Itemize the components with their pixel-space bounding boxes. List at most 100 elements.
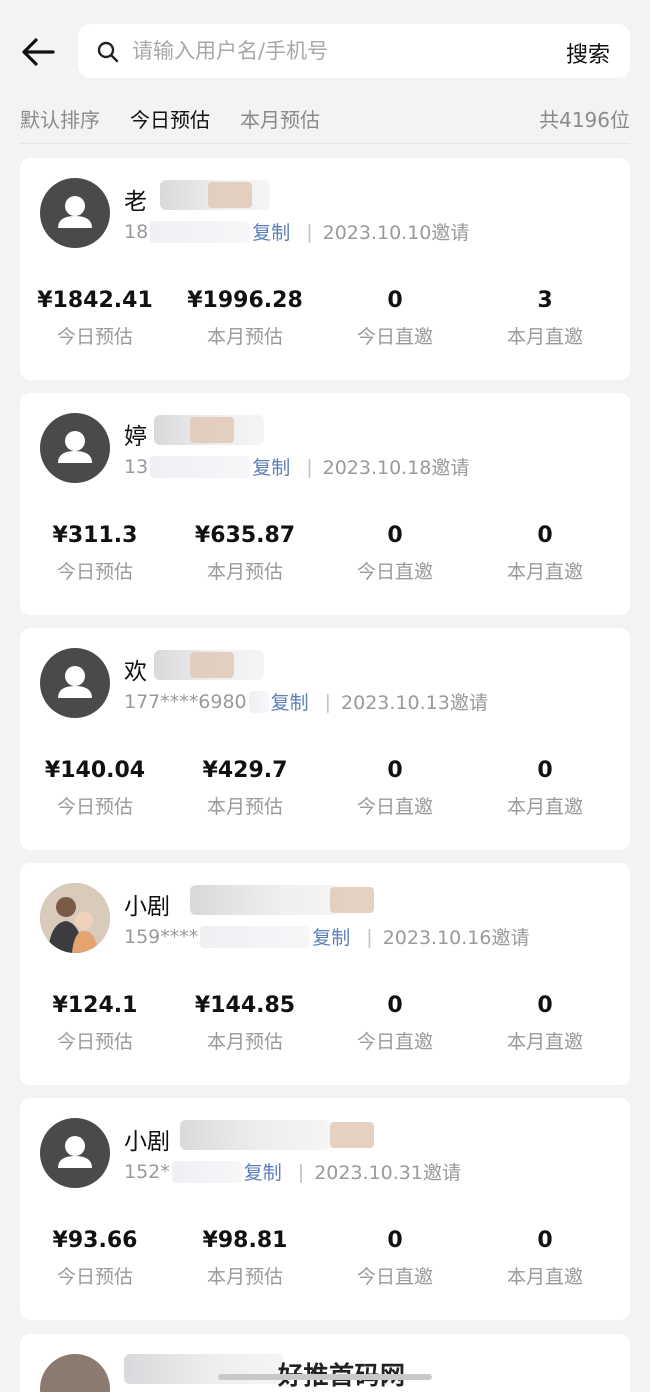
stat-label: 今日预估 [56,561,133,583]
stats-row: ¥124.1 今日预估 ¥144.85 本月预估 0 今日直邀 0 本月直邀 [20,989,630,1059]
user-meta: 159**** 复制 | 2023.10.16邀请 [124,923,529,950]
stat-label: 本月预估 [206,326,283,348]
stat-label: 本月直邀 [506,796,583,818]
stat-month-invites: 3 本月直邀 [470,284,620,354]
invite-date: 2023.10.16邀请 [382,927,530,949]
user-card[interactable]: 婷 13 复制 | 2023.10.18邀请 ¥311.3 今日预估 ¥635.8… [20,393,630,615]
stat-value: ¥1996.28 [187,288,303,313]
photo-avatar-icon [40,883,110,953]
stat-month-estimate: ¥98.81 本月预估 [170,1224,320,1294]
invite-date: 2023.10.18邀请 [322,457,470,479]
level-badge [330,887,374,913]
level-badge [330,1122,374,1148]
stat-month-estimate: ¥429.7 本月预估 [170,754,320,824]
user-name: 婷 [124,424,147,450]
invite-date: 2023.10.13邀请 [341,692,488,714]
back-button[interactable] [18,32,58,72]
default-avatar-icon [40,1118,110,1188]
level-badge [190,652,234,678]
stat-value: 0 [537,993,553,1018]
stats-row: ¥93.66 今日预估 ¥98.81 本月预估 0 今日直邀 0 本月直邀 [20,1224,630,1294]
copy-button[interactable]: 复制 [271,688,309,715]
user-card[interactable]: 小剧 152* 复制 | 2023.10.31邀请 ¥93.66 今日预估 ¥98… [20,1098,630,1320]
user-phone: 152* [124,1160,170,1183]
user-meta: 18 复制 | 2023.10.10邀请 [124,218,469,245]
user-phone: 18 [124,220,149,243]
stat-label: 今日预估 [56,796,133,818]
stat-today-estimate: ¥140.04 今日预估 [20,754,170,824]
stat-label: 本月直邀 [506,1031,583,1053]
user-meta: 13 复制 | 2023.10.18邀请 [124,453,469,480]
copy-button[interactable]: 复制 [252,453,290,480]
home-indicator[interactable] [218,1374,432,1380]
divider [20,143,630,144]
user-meta: 152* 复制 | 2023.10.31邀请 [124,1158,461,1185]
stat-label: 本月预估 [206,1031,283,1053]
user-phone: 13 [124,455,149,478]
invite-date: 2023.10.10邀请 [322,222,470,244]
stat-month-estimate: ¥635.87 本月预估 [170,519,320,589]
stat-value: ¥93.66 [52,1228,138,1253]
stat-today-invites: 0 今日直邀 [320,754,470,824]
stat-value: ¥635.87 [194,523,296,548]
copy-button[interactable]: 复制 [252,218,290,245]
stat-month-invites: 0 本月直邀 [470,519,620,589]
stat-label: 本月直邀 [506,326,583,348]
stat-today-estimate: ¥93.66 今日预估 [20,1224,170,1294]
user-name: 欢 [124,659,147,685]
stat-value: ¥98.81 [202,1228,288,1253]
stat-today-invites: 0 今日直邀 [320,519,470,589]
invite-date: 2023.10.31邀请 [314,1162,461,1184]
search-input[interactable] [132,36,532,66]
stats-row: ¥140.04 今日预估 ¥429.7 本月预估 0 今日直邀 0 本月直邀 [20,754,630,824]
user-card[interactable]: 老 18 复制 | 2023.10.10邀请 ¥1842.41 今日预估 ¥199… [20,158,630,380]
search-icon [97,41,119,63]
stat-label: 今日直邀 [356,1266,433,1288]
stat-label: 今日预估 [56,326,133,348]
stat-month-invites: 0 本月直邀 [470,989,620,1059]
total-count: 共4196位 [539,108,630,132]
masked-phone [248,690,269,713]
separator: | [306,220,313,243]
separator: | [297,1160,305,1183]
masked-phone [171,1160,242,1183]
stat-label: 本月预估 [206,561,283,583]
stat-label: 本月直邀 [506,561,583,583]
tab-month-estimate[interactable]: 本月预估 [240,104,320,133]
stat-today-invites: 0 今日直邀 [320,1224,470,1294]
user-card[interactable]: 小剧 159**** 复制 | 2023.10.16邀请 ¥124.1 今日预估 … [20,863,630,1085]
stat-label: 今日直邀 [356,326,433,348]
stat-label: 今日预估 [56,1031,133,1053]
search-button[interactable]: 搜索 [566,37,610,69]
user-card[interactable]: 欢 177****6980 复制 | 2023.10.13邀请 ¥140.04 今… [20,628,630,850]
stat-month-invites: 0 本月直邀 [470,1224,620,1294]
stat-month-estimate: ¥144.85 本月预估 [170,989,320,1059]
stats-row: ¥1842.41 今日预估 ¥1996.28 本月预估 0 今日直邀 3 本月直邀 [20,284,630,354]
stat-value: 0 [537,758,553,783]
stat-value: 0 [537,523,553,548]
user-name: 小剧 [124,894,170,920]
stat-month-estimate: ¥1996.28 本月预估 [170,284,320,354]
stat-value: 0 [387,1228,403,1253]
stat-today-estimate: ¥124.1 今日预估 [20,989,170,1059]
masked-phone [150,455,251,478]
stat-label: 今日直邀 [356,561,433,583]
tab-default-sort[interactable]: 默认排序 [20,104,100,133]
stat-label: 今日直邀 [356,1031,433,1053]
stats-row: ¥311.3 今日预估 ¥635.87 本月预估 0 今日直邀 0 本月直邀 [20,519,630,589]
masked-phone [200,925,311,948]
copy-button[interactable]: 复制 [312,923,350,950]
stat-value: 0 [387,523,403,548]
blurred-region [190,885,340,915]
tab-today-estimate[interactable]: 今日预估 [130,104,210,133]
stat-value: ¥1842.41 [37,288,153,313]
copy-button[interactable]: 复制 [244,1158,282,1185]
stat-value: 0 [537,1228,553,1253]
stat-label: 今日预估 [56,1266,133,1288]
user-meta: 177****6980 复制 | 2023.10.13邀请 [124,688,488,715]
blurred-region [180,1120,330,1150]
stat-value: ¥144.85 [194,993,296,1018]
stat-value: ¥140.04 [44,758,146,783]
top-bar: 搜索 [0,0,650,92]
stat-label: 本月预估 [206,796,283,818]
